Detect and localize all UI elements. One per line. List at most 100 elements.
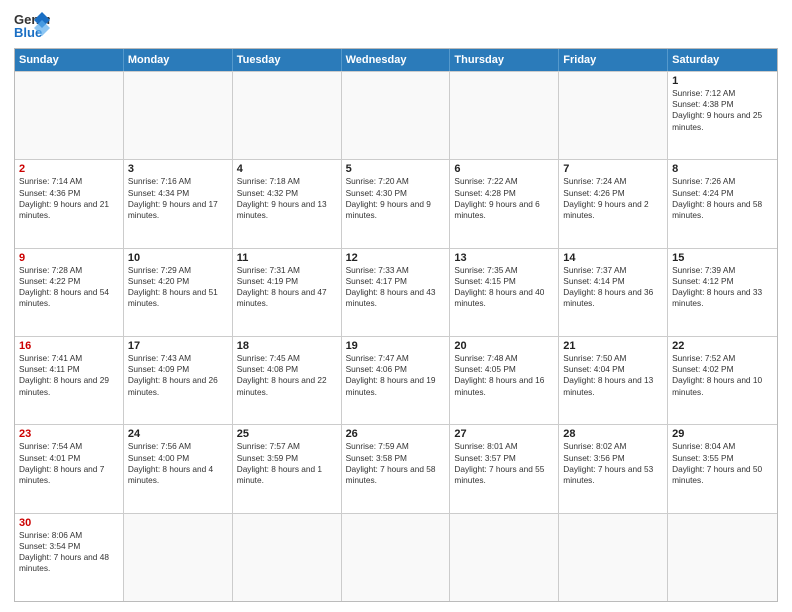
- day-cell-13: 13Sunrise: 7:35 AMSunset: 4:15 PMDayligh…: [450, 249, 559, 336]
- day-number: 28: [563, 428, 663, 440]
- day-info: Sunrise: 7:57 AMSunset: 3:59 PMDaylight:…: [237, 441, 337, 486]
- day-number: 1: [672, 75, 773, 87]
- day-number: 2: [19, 163, 119, 175]
- day-number: 17: [128, 340, 228, 352]
- calendar-row-3: 16Sunrise: 7:41 AMSunset: 4:11 PMDayligh…: [15, 336, 777, 424]
- day-number: 15: [672, 252, 773, 264]
- day-number: 5: [346, 163, 446, 175]
- day-info: Sunrise: 8:02 AMSunset: 3:56 PMDaylight:…: [563, 441, 663, 486]
- day-info: Sunrise: 7:24 AMSunset: 4:26 PMDaylight:…: [563, 176, 663, 221]
- day-number: 13: [454, 252, 554, 264]
- day-number: 18: [237, 340, 337, 352]
- day-number: 20: [454, 340, 554, 352]
- day-info: Sunrise: 7:16 AMSunset: 4:34 PMDaylight:…: [128, 176, 228, 221]
- day-info: Sunrise: 7:35 AMSunset: 4:15 PMDaylight:…: [454, 265, 554, 310]
- header-cell-tuesday: Tuesday: [233, 49, 342, 71]
- empty-cell: [233, 514, 342, 601]
- day-cell-1: 1Sunrise: 7:12 AMSunset: 4:38 PMDaylight…: [668, 72, 777, 159]
- day-number: 25: [237, 428, 337, 440]
- calendar-row-5: 30Sunrise: 8:06 AMSunset: 3:54 PMDayligh…: [15, 513, 777, 601]
- empty-cell: [124, 72, 233, 159]
- calendar-row-0: 1Sunrise: 7:12 AMSunset: 4:38 PMDaylight…: [15, 71, 777, 159]
- day-number: 11: [237, 252, 337, 264]
- day-number: 26: [346, 428, 446, 440]
- empty-cell: [668, 514, 777, 601]
- day-cell-18: 18Sunrise: 7:45 AMSunset: 4:08 PMDayligh…: [233, 337, 342, 424]
- calendar-body: 1Sunrise: 7:12 AMSunset: 4:38 PMDaylight…: [15, 71, 777, 601]
- header-cell-thursday: Thursday: [450, 49, 559, 71]
- day-info: Sunrise: 7:50 AMSunset: 4:04 PMDaylight:…: [563, 353, 663, 398]
- day-info: Sunrise: 7:41 AMSunset: 4:11 PMDaylight:…: [19, 353, 119, 398]
- day-info: Sunrise: 8:01 AMSunset: 3:57 PMDaylight:…: [454, 441, 554, 486]
- calendar-row-2: 9Sunrise: 7:28 AMSunset: 4:22 PMDaylight…: [15, 248, 777, 336]
- day-number: 22: [672, 340, 773, 352]
- day-cell-2: 2Sunrise: 7:14 AMSunset: 4:36 PMDaylight…: [15, 160, 124, 247]
- day-info: Sunrise: 7:22 AMSunset: 4:28 PMDaylight:…: [454, 176, 554, 221]
- day-cell-14: 14Sunrise: 7:37 AMSunset: 4:14 PMDayligh…: [559, 249, 668, 336]
- empty-cell: [450, 72, 559, 159]
- day-cell-9: 9Sunrise: 7:28 AMSunset: 4:22 PMDaylight…: [15, 249, 124, 336]
- day-cell-30: 30Sunrise: 8:06 AMSunset: 3:54 PMDayligh…: [15, 514, 124, 601]
- day-number: 21: [563, 340, 663, 352]
- day-cell-27: 27Sunrise: 8:01 AMSunset: 3:57 PMDayligh…: [450, 425, 559, 512]
- day-number: 7: [563, 163, 663, 175]
- empty-cell: [124, 514, 233, 601]
- empty-cell: [15, 72, 124, 159]
- day-cell-8: 8Sunrise: 7:26 AMSunset: 4:24 PMDaylight…: [668, 160, 777, 247]
- day-number: 14: [563, 252, 663, 264]
- day-info: Sunrise: 7:47 AMSunset: 4:06 PMDaylight:…: [346, 353, 446, 398]
- day-cell-12: 12Sunrise: 7:33 AMSunset: 4:17 PMDayligh…: [342, 249, 451, 336]
- day-info: Sunrise: 7:39 AMSunset: 4:12 PMDaylight:…: [672, 265, 773, 310]
- day-info: Sunrise: 7:14 AMSunset: 4:36 PMDaylight:…: [19, 176, 119, 221]
- day-info: Sunrise: 7:31 AMSunset: 4:19 PMDaylight:…: [237, 265, 337, 310]
- empty-cell: [233, 72, 342, 159]
- day-info: Sunrise: 8:06 AMSunset: 3:54 PMDaylight:…: [19, 530, 119, 575]
- logo-icon: General Blue: [14, 10, 50, 40]
- empty-cell: [342, 72, 451, 159]
- calendar-header: SundayMondayTuesdayWednesdayThursdayFrid…: [15, 49, 777, 71]
- day-cell-28: 28Sunrise: 8:02 AMSunset: 3:56 PMDayligh…: [559, 425, 668, 512]
- empty-cell: [450, 514, 559, 601]
- day-cell-10: 10Sunrise: 7:29 AMSunset: 4:20 PMDayligh…: [124, 249, 233, 336]
- day-number: 24: [128, 428, 228, 440]
- day-cell-3: 3Sunrise: 7:16 AMSunset: 4:34 PMDaylight…: [124, 160, 233, 247]
- day-number: 29: [672, 428, 773, 440]
- calendar-row-1: 2Sunrise: 7:14 AMSunset: 4:36 PMDaylight…: [15, 159, 777, 247]
- day-info: Sunrise: 7:29 AMSunset: 4:20 PMDaylight:…: [128, 265, 228, 310]
- day-info: Sunrise: 7:20 AMSunset: 4:30 PMDaylight:…: [346, 176, 446, 221]
- day-number: 6: [454, 163, 554, 175]
- header-cell-saturday: Saturday: [668, 49, 777, 71]
- day-number: 3: [128, 163, 228, 175]
- day-number: 30: [19, 517, 119, 529]
- day-info: Sunrise: 7:37 AMSunset: 4:14 PMDaylight:…: [563, 265, 663, 310]
- day-cell-21: 21Sunrise: 7:50 AMSunset: 4:04 PMDayligh…: [559, 337, 668, 424]
- day-cell-19: 19Sunrise: 7:47 AMSunset: 4:06 PMDayligh…: [342, 337, 451, 424]
- day-cell-4: 4Sunrise: 7:18 AMSunset: 4:32 PMDaylight…: [233, 160, 342, 247]
- day-number: 16: [19, 340, 119, 352]
- day-number: 12: [346, 252, 446, 264]
- calendar-row-4: 23Sunrise: 7:54 AMSunset: 4:01 PMDayligh…: [15, 424, 777, 512]
- day-info: Sunrise: 7:56 AMSunset: 4:00 PMDaylight:…: [128, 441, 228, 486]
- day-info: Sunrise: 7:59 AMSunset: 3:58 PMDaylight:…: [346, 441, 446, 486]
- header-cell-sunday: Sunday: [15, 49, 124, 71]
- header-cell-friday: Friday: [559, 49, 668, 71]
- header-cell-monday: Monday: [124, 49, 233, 71]
- day-cell-25: 25Sunrise: 7:57 AMSunset: 3:59 PMDayligh…: [233, 425, 342, 512]
- day-cell-17: 17Sunrise: 7:43 AMSunset: 4:09 PMDayligh…: [124, 337, 233, 424]
- day-cell-15: 15Sunrise: 7:39 AMSunset: 4:12 PMDayligh…: [668, 249, 777, 336]
- empty-cell: [559, 514, 668, 601]
- day-cell-5: 5Sunrise: 7:20 AMSunset: 4:30 PMDaylight…: [342, 160, 451, 247]
- day-cell-11: 11Sunrise: 7:31 AMSunset: 4:19 PMDayligh…: [233, 249, 342, 336]
- day-cell-7: 7Sunrise: 7:24 AMSunset: 4:26 PMDaylight…: [559, 160, 668, 247]
- day-info: Sunrise: 7:28 AMSunset: 4:22 PMDaylight:…: [19, 265, 119, 310]
- day-info: Sunrise: 7:43 AMSunset: 4:09 PMDaylight:…: [128, 353, 228, 398]
- day-number: 27: [454, 428, 554, 440]
- empty-cell: [342, 514, 451, 601]
- day-number: 23: [19, 428, 119, 440]
- day-cell-22: 22Sunrise: 7:52 AMSunset: 4:02 PMDayligh…: [668, 337, 777, 424]
- calendar: SundayMondayTuesdayWednesdayThursdayFrid…: [14, 48, 778, 602]
- day-info: Sunrise: 7:52 AMSunset: 4:02 PMDaylight:…: [672, 353, 773, 398]
- day-info: Sunrise: 7:33 AMSunset: 4:17 PMDaylight:…: [346, 265, 446, 310]
- page: General Blue SundayMondayTuesdayWednesda…: [0, 0, 792, 612]
- day-cell-24: 24Sunrise: 7:56 AMSunset: 4:00 PMDayligh…: [124, 425, 233, 512]
